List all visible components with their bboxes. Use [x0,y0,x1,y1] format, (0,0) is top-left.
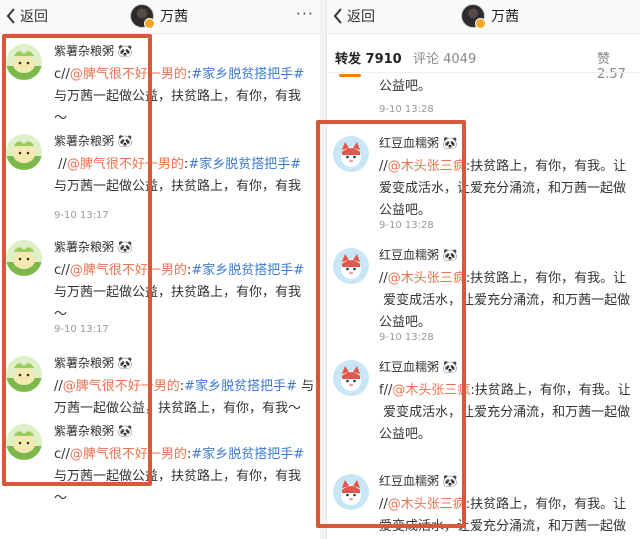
page-title: 万茜 [160,9,188,25]
top-nav-bar: 返回 万茜 ··· [0,0,320,34]
highlight-box-left [2,34,152,486]
topic-link[interactable]: #家乡脱贫搭把手# [191,67,304,82]
tab-bar: 转发 7910 评论 4049 赞 2.57 [327,40,640,82]
more-icon[interactable]: ··· [296,4,314,23]
tab-divider [327,72,640,73]
back-button[interactable]: 返回 [6,5,48,27]
nav-title[interactable]: 万茜 [130,4,188,29]
avatar [461,4,486,29]
back-label: 返回 [347,9,375,25]
avatar [130,4,155,29]
timestamp: 9-10 13:28 [379,104,434,115]
top-nav-bar: 返回 万茜 [327,0,640,34]
tab-comment[interactable]: 评论 4049 [413,48,476,67]
topic-link[interactable]: #家乡脱贫搭把手# [188,157,301,172]
comment-text: 公益吧。 [379,79,432,94]
tab-repost[interactable]: 转发 7910 [335,48,402,77]
topic-link[interactable]: #家乡脱贫搭把手# [191,447,304,462]
chevron-left-icon [6,8,15,24]
page-title: 万茜 [491,9,519,25]
back-label: 返回 [20,9,48,25]
highlight-box-right [316,120,466,528]
nav-title[interactable]: 万茜 [461,4,519,29]
back-button[interactable]: 返回 [333,5,375,27]
topic-link[interactable]: #家乡脱贫搭把手# [191,263,304,278]
chevron-left-icon [333,8,342,24]
topic-link[interactable]: #家乡脱贫搭把手# [184,379,297,394]
